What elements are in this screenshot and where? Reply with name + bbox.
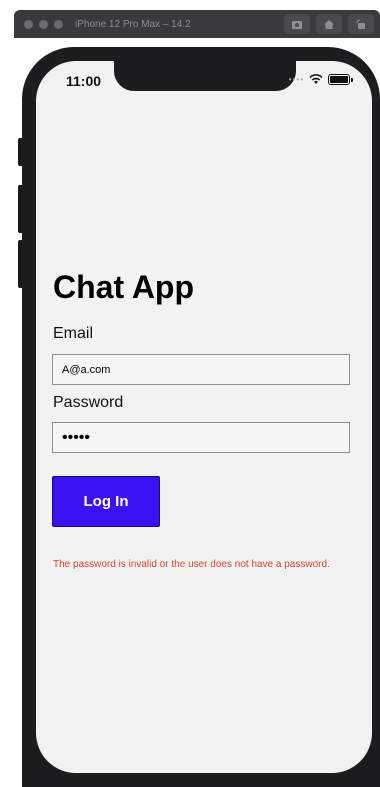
home-icon[interactable]: [316, 14, 342, 34]
signal-icon: ••••: [288, 75, 304, 84]
password-value: •••••: [62, 428, 91, 446]
battery-icon: [328, 74, 353, 85]
window-close-button[interactable]: [24, 19, 33, 29]
password-label: Password: [53, 394, 124, 411]
app-title: Chat App: [53, 269, 195, 305]
login-button-label: Log In: [83, 493, 129, 510]
simulator-title-bar: iPhone 12 Pro Max – 14.2: [14, 10, 380, 38]
battery-fill: [330, 76, 348, 83]
simulator-toolbar: [284, 14, 374, 34]
email-label: Email: [53, 325, 94, 342]
phone-frame: 11:00 •••• Chat App Email A@a.com Passwo…: [22, 47, 380, 787]
email-value: A@a.com: [62, 363, 111, 376]
phone-screen: 11:00 •••• Chat App Email A@a.com Passwo…: [36, 61, 372, 773]
notch: [114, 61, 296, 91]
email-field[interactable]: A@a.com: [52, 354, 350, 385]
simulator-title: iPhone 12 Pro Max – 14.2: [75, 18, 191, 30]
password-field[interactable]: •••••: [52, 422, 350, 453]
screenshot-icon[interactable]: [284, 14, 310, 34]
status-time: 11:00: [66, 73, 102, 89]
login-button[interactable]: Log In: [52, 476, 160, 527]
window-minimize-button[interactable]: [39, 19, 48, 29]
wifi-icon: [309, 74, 323, 85]
status-indicators: ••••: [288, 74, 353, 85]
error-message: The password is invalid or the user does…: [53, 559, 330, 570]
window-zoom-button[interactable]: [54, 19, 63, 29]
rotate-icon[interactable]: [348, 14, 374, 34]
